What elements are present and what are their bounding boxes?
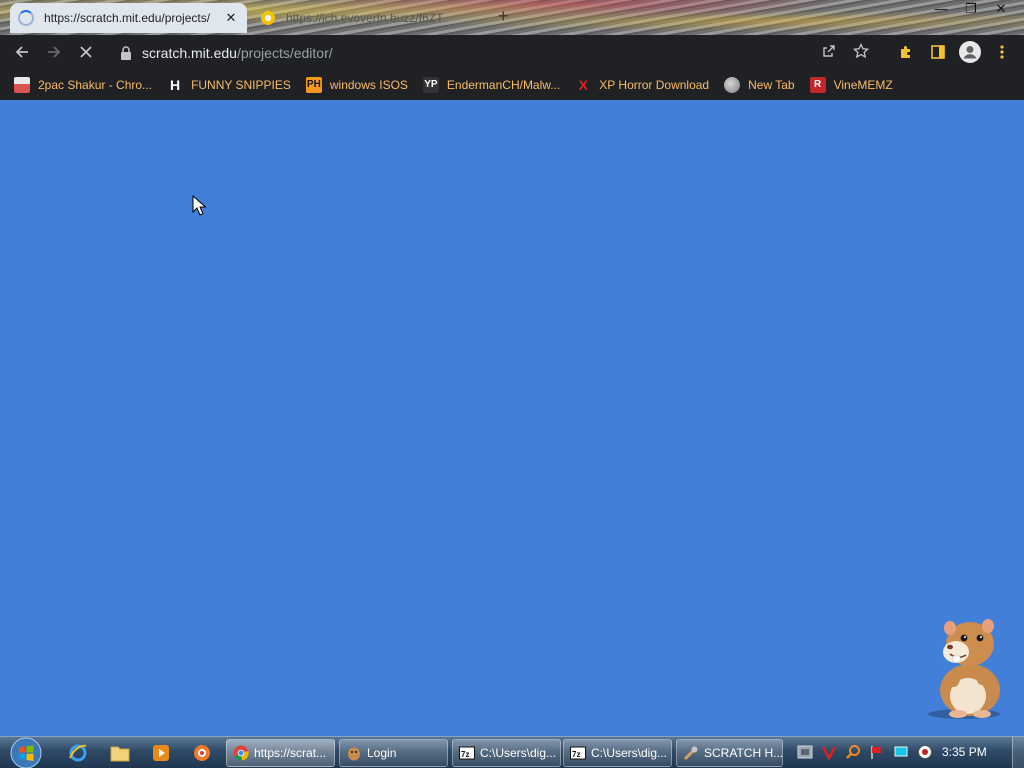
internet-explorer-icon: [69, 744, 87, 762]
task-label: https://scrat...: [254, 746, 327, 760]
media-player-icon: [153, 745, 169, 761]
r-logo-icon: R: [809, 76, 826, 93]
close-window-button[interactable]: ✕: [986, 0, 1016, 18]
bookmarks-bar: 2pac Shakur - Chro... H FUNNY SNIPPIES PH wi…: [0, 69, 1024, 100]
taskbar-item-scratch-tool[interactable]: SCRATCH H...: [676, 739, 783, 767]
url-path: /projects/editor/: [236, 44, 333, 61]
bag-icon: [14, 76, 30, 93]
side-panel-icon[interactable]: [922, 36, 954, 68]
windows-logo-icon: [10, 737, 42, 768]
svg-text:7z: 7z: [572, 750, 580, 759]
back-arrow-icon: [15, 46, 28, 58]
tool-icon: [683, 746, 698, 761]
ph-logo-icon: PH: [305, 76, 322, 93]
url-host: scratch.mit.edu: [142, 44, 237, 61]
window-controls: — ❐ ✕: [926, 0, 1016, 18]
tray-search-icon[interactable]: [841, 743, 865, 761]
show-desktop-button[interactable]: [1012, 737, 1024, 768]
pinned-media-player[interactable]: [143, 739, 179, 767]
tray-volume-icon[interactable]: [913, 743, 937, 761]
taskbar-item-7zip-1[interactable]: 7z C:\Users\dig...: [452, 739, 561, 767]
bookmark-label: windows ISOS: [329, 77, 408, 92]
task-label: C:\Users\dig...: [591, 746, 668, 760]
forward-arrow-icon: [48, 46, 61, 58]
folder-icon: [110, 746, 130, 762]
mouse-pointer-icon: [192, 195, 206, 216]
task-label: Login: [367, 746, 397, 760]
url-text: scratch.mit.edu/projects/editor/: [142, 45, 333, 61]
browser-toolbar: scratch.mit.edu/projects/editor/: [0, 35, 1024, 69]
tab-evovertn[interactable]: https://jch.evovertn.buzz/f6ZT: [252, 3, 484, 33]
bookmark-item[interactable]: PH windows ISOS: [305, 76, 408, 93]
close-tab-icon[interactable]: ✕: [223, 10, 239, 26]
tab-scratch-editor[interactable]: https://scratch.mit.edu/projects/ ✕: [10, 3, 247, 33]
task-label: C:\Users\dig...: [480, 746, 557, 760]
forward-button[interactable]: [38, 36, 70, 68]
tab-strip: https://scratch.mit.edu/projects/ ✕ http…: [0, 0, 1024, 35]
tray-v-icon[interactable]: [817, 743, 841, 761]
chrome-icon: [233, 745, 249, 761]
taskbar-item-chrome[interactable]: https://scrat...: [226, 739, 335, 767]
bookmark-label: VineMEMZ: [833, 77, 893, 92]
globe-icon: [724, 76, 741, 93]
bookmark-item[interactable]: 2pac Shakur - Chro...: [14, 76, 153, 93]
bookmark-star-icon[interactable]: [845, 42, 877, 63]
maximize-button[interactable]: ❐: [956, 0, 986, 18]
7zip-icon: 7z: [570, 746, 586, 760]
hamster-app-icon: [348, 747, 360, 761]
bookmark-label: XP Horror Download: [599, 77, 710, 92]
windows-taskbar: https://scrat... Login 7z C:\Users\dig..…: [0, 736, 1024, 768]
bookmark-label: 2pac Shakur - Chro...: [38, 77, 153, 92]
pinned-app[interactable]: [184, 739, 220, 767]
app-swirl-icon: [194, 745, 210, 761]
extensions-puzzle-icon[interactable]: [890, 36, 922, 68]
pinned-internet-explorer[interactable]: [60, 739, 96, 767]
taskbar-item-login[interactable]: Login: [339, 739, 448, 767]
scratch-editor-page: [0, 100, 1024, 736]
tray-flag-icon[interactable]: [865, 743, 889, 761]
bookmark-label: New Tab: [748, 77, 795, 92]
lock-icon: [121, 45, 131, 60]
bookmark-item[interactable]: X XP Horror Download: [575, 76, 710, 93]
system-tray: [793, 743, 937, 761]
address-bar[interactable]: scratch.mit.edu/projects/editor/: [108, 39, 883, 66]
taskbar-clock[interactable]: 3:35 PM: [942, 745, 987, 759]
bookmark-label: EndermanCH/Malw...: [446, 77, 561, 92]
profile-avatar-icon[interactable]: [954, 36, 986, 68]
bookmark-item[interactable]: YP EndermanCH/Malw...: [422, 76, 561, 93]
h-logo-icon: H: [170, 76, 181, 93]
tab-title: https://scratch.mit.edu/projects/: [44, 11, 211, 25]
taskbar-item-7zip-2[interactable]: 7z C:\Users\dig...: [563, 739, 672, 767]
7zip-icon: 7z: [459, 746, 475, 760]
tray-display-icon[interactable]: [889, 743, 913, 761]
bookmark-label: FUNNY SNIPPIES: [191, 77, 291, 92]
new-tab-button[interactable]: +: [498, 6, 509, 27]
task-label: SCRATCH H...: [704, 746, 783, 760]
x-logo-icon: X: [578, 76, 588, 93]
svg-text:7z: 7z: [461, 750, 469, 759]
browser-menu-icon[interactable]: [986, 36, 1018, 68]
tray-network-icon[interactable]: [793, 743, 817, 761]
share-icon[interactable]: [813, 43, 845, 63]
hamster-mascot-icon: [928, 619, 1000, 719]
back-button[interactable]: [6, 36, 38, 68]
stop-x-icon: [80, 46, 92, 58]
bookmark-item[interactable]: New Tab: [724, 76, 795, 93]
bookmark-item[interactable]: H FUNNY SNIPPIES: [167, 77, 291, 93]
stop-loading-button[interactable]: [70, 36, 102, 68]
minimize-button[interactable]: —: [926, 0, 956, 18]
bookmark-item[interactable]: R VineMEMZ: [809, 76, 893, 93]
yp-logo-icon: YP: [422, 76, 439, 93]
pinned-file-explorer[interactable]: [102, 739, 138, 767]
google-favicon-icon: [261, 11, 275, 25]
start-button[interactable]: [6, 737, 46, 768]
loading-spinner-icon: [18, 10, 34, 26]
tab-title: https://jch.evovertn.buzz/f6ZT: [286, 11, 444, 25]
